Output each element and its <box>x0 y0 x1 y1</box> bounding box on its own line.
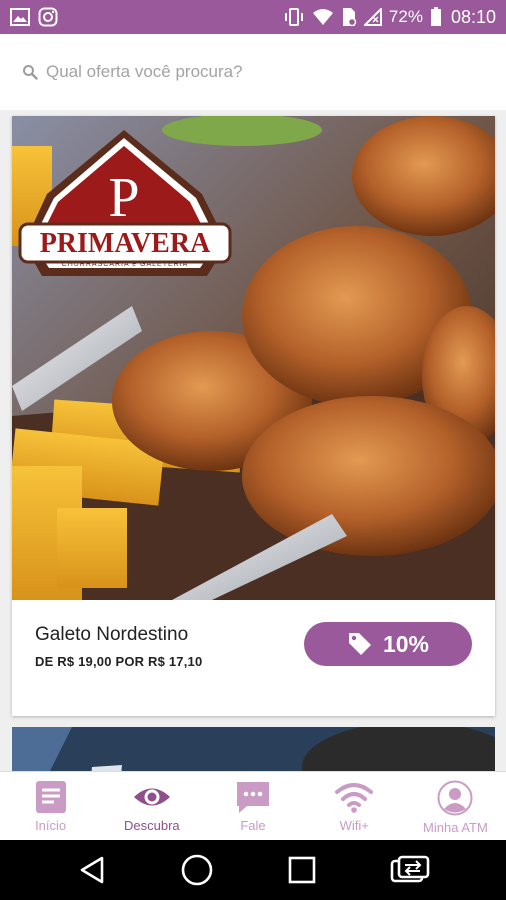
battery-percent: 72% <box>388 7 423 26</box>
nav-label-minha-atm: Minha ATM <box>423 820 488 835</box>
instagram-icon <box>38 7 58 27</box>
document-icon <box>35 781 66 813</box>
back-icon[interactable] <box>77 855 107 885</box>
logo-brand-name: PRIMAVERA <box>40 228 211 259</box>
offer-photo[interactable]: P PRIMAVERA CHURRASCARIA e GALETERIA <box>12 116 495 600</box>
offer-card[interactable]: P PRIMAVERA CHURRASCARIA e GALETERIA Gal… <box>12 116 495 716</box>
bottom-navigation: Início Descubra Fale Wifi+ Minha ATM <box>0 771 506 840</box>
next-offer-card-preview[interactable] <box>12 727 495 771</box>
search-icon <box>23 65 38 80</box>
nav-item-minha-atm[interactable]: Minha ATM <box>405 772 506 840</box>
offer-price: DE R$ 19,00 POR R$ 17,10 <box>35 654 203 669</box>
chat-bubble-icon <box>237 782 269 813</box>
offers-feed[interactable]: P PRIMAVERA CHURRASCARIA e GALETERIA Gal… <box>0 110 506 771</box>
price-tag-icon <box>348 633 371 655</box>
nav-item-inicio[interactable]: Início <box>0 772 101 840</box>
switch-sim-icon[interactable] <box>390 855 430 885</box>
nav-label-wifi: Wifi+ <box>339 818 369 833</box>
eye-icon <box>133 788 170 806</box>
discount-value: 10% <box>382 630 430 657</box>
user-icon <box>437 780 473 816</box>
sim-icon <box>342 8 357 27</box>
discount-badge[interactable]: 10% <box>304 622 472 666</box>
logo-monogram: P <box>108 167 139 229</box>
home-icon[interactable] <box>180 853 214 887</box>
nav-label-fale: Fale <box>240 818 266 833</box>
nav-label-descubra: Descubra <box>123 818 180 833</box>
offer-info: Galeto Nordestino DE R$ 19,00 POR R$ 17,… <box>12 600 495 716</box>
status-left-icons <box>10 7 58 27</box>
next-offer-image <box>12 727 495 771</box>
search-input[interactable] <box>46 62 446 82</box>
status-time: 08:10 <box>450 6 496 27</box>
status-right-icons: 72% 08:10 <box>283 7 496 28</box>
nav-item-descubra[interactable]: Descubra <box>101 772 202 840</box>
nav-item-wifi[interactable]: Wifi+ <box>304 772 405 840</box>
wifi-signal-icon <box>312 9 333 25</box>
grilled-chicken-image: P PRIMAVERA CHURRASCARIA e GALETERIA <box>12 116 495 600</box>
vibrate-icon <box>284 8 303 26</box>
nav-label-inicio: Início <box>35 818 67 833</box>
search-bar <box>0 34 506 110</box>
battery-icon <box>430 7 441 26</box>
logo-tagline: CHURRASCARIA e GALETERIA <box>62 261 189 268</box>
recents-icon[interactable] <box>287 855 317 885</box>
android-navigation-bar <box>0 840 506 900</box>
wifi-icon <box>335 783 374 813</box>
status-bar: 72% 08:10 <box>0 0 506 34</box>
nav-item-fale[interactable]: Fale <box>202 772 303 840</box>
image-notification-icon <box>10 8 30 26</box>
offer-title: Galeto Nordestino <box>35 624 189 645</box>
cell-signal-icon <box>363 8 382 26</box>
